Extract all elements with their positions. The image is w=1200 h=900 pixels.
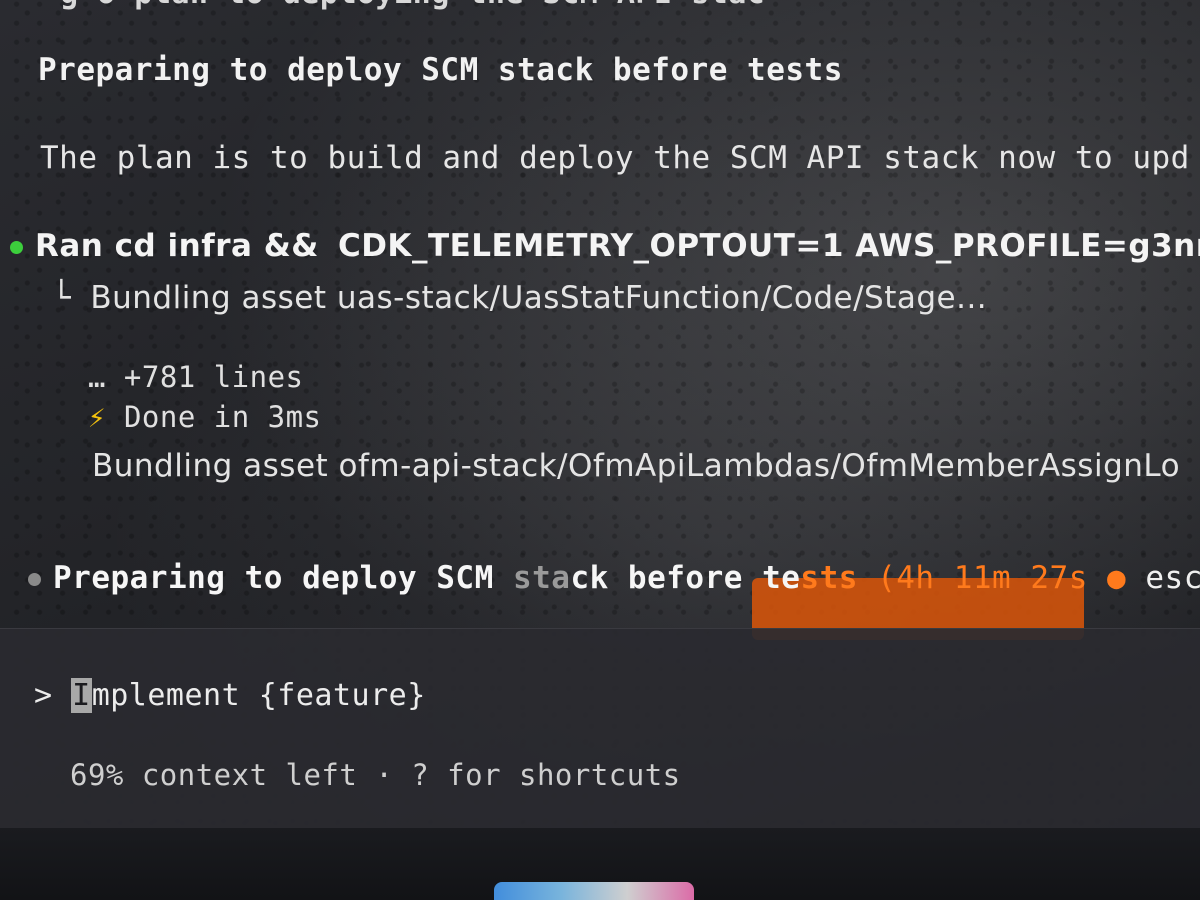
lightning-icon: ⚡ [88, 400, 106, 434]
status-text-1: Preparing to deploy SCM [53, 560, 513, 596]
dock-edge [494, 882, 694, 900]
plan-text: The plan is to build and deploy the SCM … [40, 140, 1190, 176]
step-heading: Preparing to deploy SCM stack before tes… [38, 52, 843, 88]
text-cursor: I [71, 678, 92, 713]
bundle-output-line-2: Bundling asset ofm-api-stack/OfmApiLambd… [92, 448, 1181, 484]
status-separator-dot: ● [1087, 560, 1127, 596]
pending-dot-icon [28, 573, 41, 586]
prompt-placeholder-text: mplement {feature} [91, 678, 426, 713]
footer-separator: · [357, 758, 412, 792]
footer-status: 69% context left · ? for shortcuts [70, 758, 681, 792]
context-left-indicator: 69% context left [70, 758, 358, 792]
prompt-input[interactable]: > Implement {feature} [34, 678, 426, 713]
elapsed-timer: (4h 11m 27s [857, 560, 1088, 596]
partial-top-line: g o plan to deploying the SCM API stac [60, 0, 765, 11]
done-line: ⚡ Done in 3ms [88, 400, 322, 434]
success-dot-icon [10, 241, 23, 254]
done-text: Done in 3ms [123, 400, 322, 434]
tree-corner-icon: └ [52, 280, 72, 316]
status-text-3: sts [800, 560, 858, 596]
esc-interrupt-hint: esc to [1145, 560, 1200, 596]
collapsed-lines-indicator[interactable]: … +781 lines [88, 360, 304, 394]
prompt-input-box[interactable] [0, 628, 1200, 829]
ran-command: CDK_TELEMETRY_OPTOUT=1 AWS_PROFILE=g3nre… [337, 228, 1200, 264]
prompt-symbol: > [34, 678, 53, 713]
status-text-2: ck before te [570, 560, 801, 596]
ran-command-line: Ran cd infra && CDK_TELEMETRY_OPTOUT=1 A… [10, 228, 1200, 264]
status-line: Preparing to deploy SCM stack before tes… [28, 560, 1200, 596]
bundle-output-text: Bundling asset uas-stack/UasStatFunction… [90, 280, 988, 316]
ran-prefix: Ran cd infra && [35, 228, 319, 264]
bundle-output-line: └ Bundling asset uas-stack/UasStatFuncti… [52, 280, 987, 316]
terminal-screen: g o plan to deploying the SCM API stac P… [0, 0, 1200, 900]
shortcuts-hint: ? for shortcuts [411, 758, 681, 792]
status-shimmer-text: sta [512, 560, 571, 596]
